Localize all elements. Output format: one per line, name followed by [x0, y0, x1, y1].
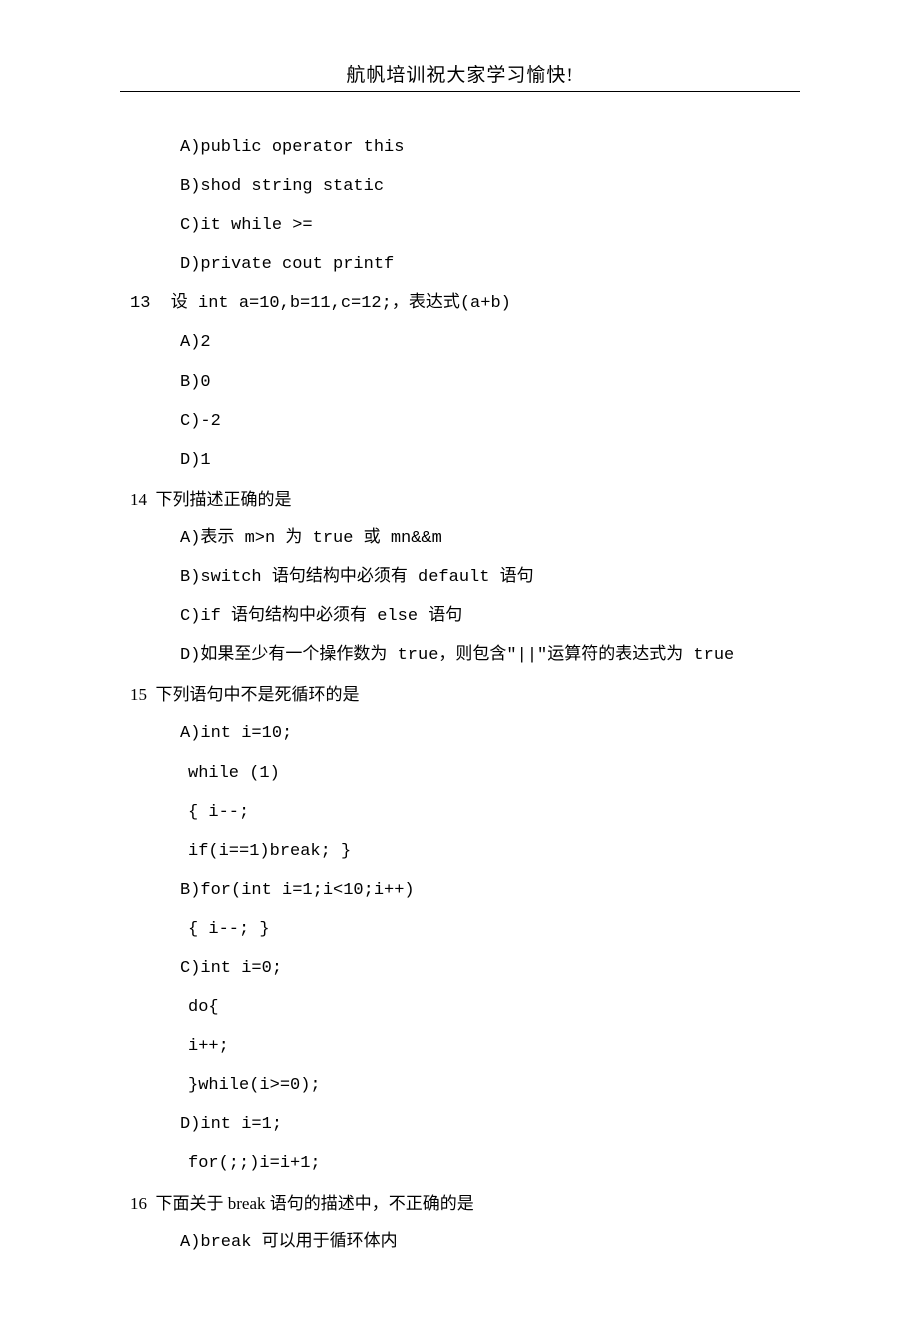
option-line: C)int i=0; [120, 949, 800, 988]
question-13: 13 设 int a=10,b=11,c=12;，表达式(a+b) [120, 284, 800, 323]
option-line: C)if 语句结构中必须有 else 语句 [120, 597, 800, 636]
code-line: if(i==1)break; } [120, 832, 800, 871]
page-header-title: 航帆培训祝大家学习愉快! [120, 60, 800, 87]
option-line: B)for(int i=1;i<10;i++) [120, 871, 800, 910]
option-line: B)shod string static [120, 167, 800, 206]
question-14: 14 下列描述正确的是 [120, 480, 800, 519]
question-16: 16 下面关于 break 语句的描述中，不正确的是 [120, 1184, 800, 1223]
document-page: 航帆培训祝大家学习愉快! A)public operator this B)sh… [0, 0, 920, 1322]
code-line: { i--; } [120, 910, 800, 949]
option-line: B)0 [120, 363, 800, 402]
option-line: A)public operator this [120, 128, 800, 167]
option-line: D)1 [120, 441, 800, 480]
header-divider [120, 91, 800, 92]
option-line: B)switch 语句结构中必须有 default 语句 [120, 558, 800, 597]
code-line: { i--; [120, 793, 800, 832]
option-line: A)int i=10; [120, 714, 800, 753]
option-line: C)-2 [120, 402, 800, 441]
option-line: A)2 [120, 323, 800, 362]
option-line: A)表示 m>n 为 true 或 mn&&m [120, 519, 800, 558]
question-15: 15 下列语句中不是死循环的是 [120, 675, 800, 714]
code-line: i++; [120, 1027, 800, 1066]
option-line: D)如果至少有一个操作数为 true，则包含"||"运算符的表达式为 true [120, 636, 800, 675]
code-line: do{ [120, 988, 800, 1027]
option-line: D)int i=1; [120, 1105, 800, 1144]
code-line: for(;;)i=i+1; [120, 1144, 800, 1183]
code-line: }while(i>=0); [120, 1066, 800, 1105]
option-line: A)break 可以用于循环体内 [120, 1223, 800, 1262]
code-line: while (1) [120, 754, 800, 793]
option-line: D)private cout printf [120, 245, 800, 284]
option-line: C)it while >= [120, 206, 800, 245]
